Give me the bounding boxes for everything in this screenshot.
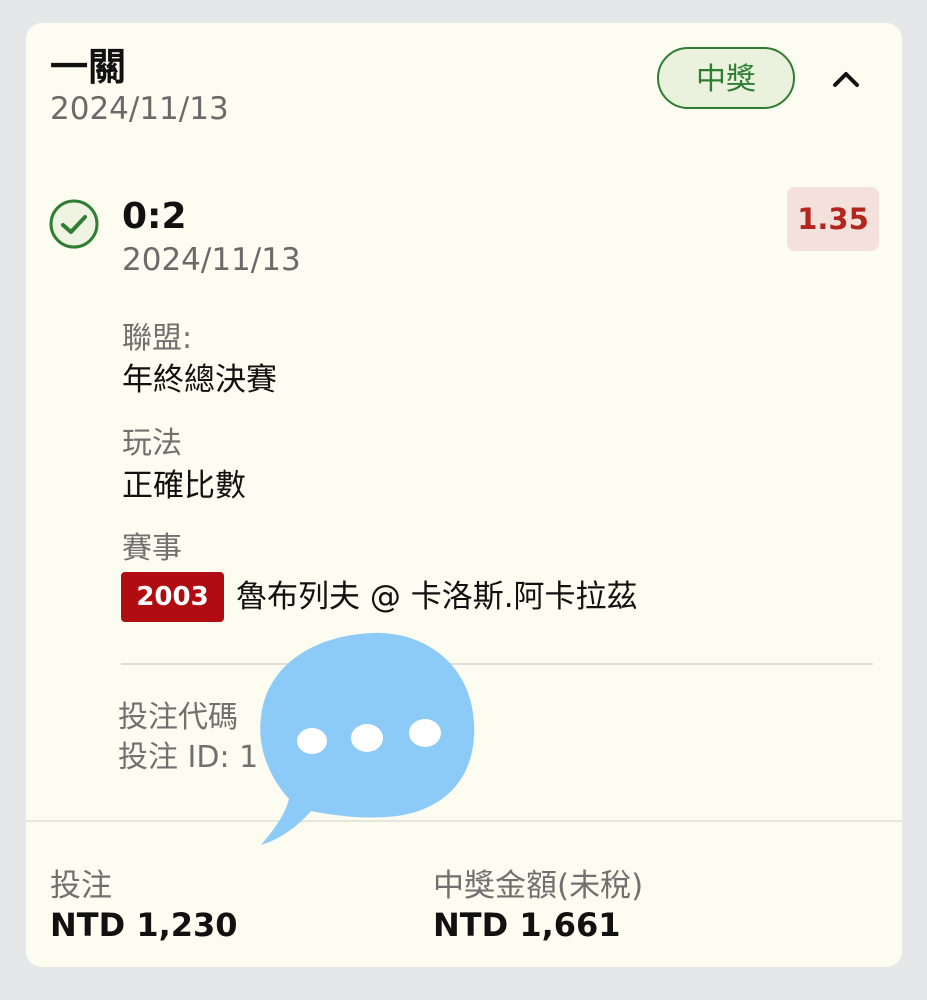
stake-label: 投注 (50, 868, 112, 904)
play-label: 玩法 (122, 426, 182, 461)
bet-id-label: 投注 ID: 1 (118, 740, 259, 775)
bet-date: 2024/11/13 (50, 91, 229, 127)
selection-score: 0:2 (122, 196, 187, 237)
bet-code-label: 投注代碼 (118, 700, 238, 735)
divider (121, 663, 873, 665)
event-label: 賽事 (122, 531, 182, 566)
selection-date: 2024/11/13 (122, 242, 301, 278)
play-value: 正確比數 (122, 468, 246, 504)
stake-value: NTD 1,230 (50, 906, 238, 944)
chevron-up-icon (833, 72, 859, 87)
chat-bubble-icon (255, 625, 485, 855)
event-code-badge: 2003 (121, 572, 224, 622)
league-label: 聯盟: (122, 321, 193, 356)
odds-badge: 1.35 (787, 187, 879, 251)
payout-label: 中獎金額(未稅) (433, 868, 644, 904)
event-name: 魯布列夫 @ 卡洛斯.阿卡拉茲 (236, 579, 638, 615)
bet-type-title: 一關 (50, 45, 127, 89)
league-value: 年終總決賽 (122, 362, 277, 398)
check-circle-icon (48, 198, 100, 250)
payout-value: NTD 1,661 (433, 906, 621, 944)
status-badge: 中獎 (657, 47, 795, 109)
collapse-button[interactable] (826, 59, 866, 99)
